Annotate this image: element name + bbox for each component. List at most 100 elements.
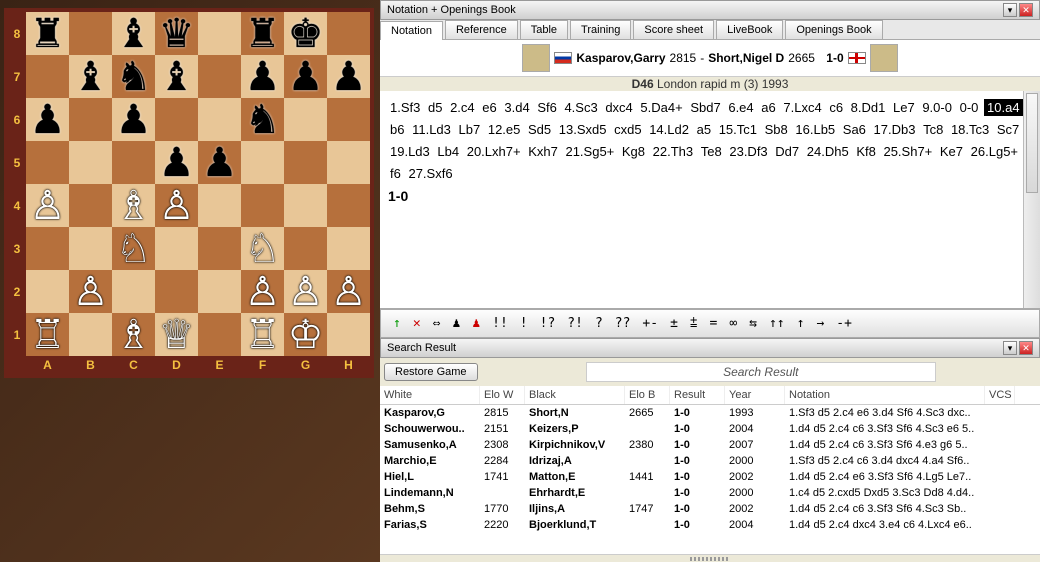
- piece[interactable]: ♜: [30, 14, 66, 54]
- move[interactable]: Sc7: [995, 122, 1021, 137]
- move[interactable]: 17.Db3: [872, 122, 918, 137]
- move[interactable]: 12.e5: [486, 122, 523, 137]
- toolbar-item[interactable]: !: [516, 314, 532, 333]
- square[interactable]: [284, 98, 327, 141]
- piece[interactable]: ♙: [331, 272, 367, 312]
- piece[interactable]: ♚: [288, 14, 324, 54]
- square[interactable]: [69, 98, 112, 141]
- piece[interactable]: ♟: [30, 100, 66, 140]
- column-header[interactable]: Black: [525, 386, 625, 404]
- tab-training[interactable]: Training: [570, 20, 631, 39]
- move[interactable]: 21.Sg5+: [563, 144, 616, 159]
- square[interactable]: ♔: [284, 313, 327, 356]
- toolbar-item[interactable]: =: [706, 314, 722, 333]
- square[interactable]: [198, 98, 241, 141]
- move[interactable]: 16.Lb5: [793, 122, 837, 137]
- column-header[interactable]: Elo W: [480, 386, 525, 404]
- move[interactable]: 20.Lxh7+: [465, 144, 523, 159]
- square[interactable]: ♜: [241, 12, 284, 55]
- move[interactable]: 22.Th3: [651, 144, 695, 159]
- move[interactable]: 23.Df3: [727, 144, 769, 159]
- move[interactable]: 4.Sc3: [562, 100, 599, 115]
- piece[interactable]: ♙: [159, 186, 195, 226]
- table-row[interactable]: Marchio,E2284Idrizaj,A1-020001.Sf3 d5 2.…: [380, 453, 1040, 469]
- toolbar-item[interactable]: ↑: [793, 314, 809, 333]
- square[interactable]: ♙: [284, 270, 327, 313]
- square[interactable]: ♙: [327, 270, 370, 313]
- resize-grip[interactable]: [380, 554, 1040, 562]
- piece[interactable]: ♞: [245, 100, 281, 140]
- square[interactable]: ♟: [284, 55, 327, 98]
- square[interactable]: ♟: [198, 141, 241, 184]
- toolbar-item[interactable]: ±: [666, 314, 682, 333]
- column-header[interactable]: Elo B: [625, 386, 670, 404]
- square[interactable]: ♖: [241, 313, 284, 356]
- square[interactable]: [155, 227, 198, 270]
- square[interactable]: [241, 184, 284, 227]
- move[interactable]: Sd5: [526, 122, 553, 137]
- square[interactable]: [69, 313, 112, 356]
- square[interactable]: ♞: [241, 98, 284, 141]
- table-row[interactable]: Kasparov,G2815Short,N26651-019931.Sf3 d5…: [380, 405, 1040, 421]
- move[interactable]: 19.Ld3: [388, 144, 432, 159]
- move[interactable]: Lb7: [457, 122, 483, 137]
- square[interactable]: [198, 270, 241, 313]
- piece[interactable]: ♗: [116, 315, 152, 355]
- piece[interactable]: ♙: [288, 272, 324, 312]
- move[interactable]: Sf6: [535, 100, 559, 115]
- move[interactable]: f6: [388, 166, 403, 181]
- toolbar-item[interactable]: ♟: [468, 314, 484, 333]
- toolbar-item[interactable]: ↑↑: [765, 314, 789, 333]
- toolbar-item[interactable]: +-: [638, 314, 662, 333]
- square[interactable]: ♟: [327, 55, 370, 98]
- move[interactable]: 26.Lg5+: [969, 144, 1020, 159]
- square[interactable]: [69, 12, 112, 55]
- move[interactable]: Le7: [891, 100, 917, 115]
- column-header[interactable]: VCS: [985, 386, 1015, 404]
- square[interactable]: [198, 184, 241, 227]
- square[interactable]: ♝: [69, 55, 112, 98]
- toolbar-item[interactable]: ??: [611, 314, 635, 333]
- square[interactable]: ♗: [112, 313, 155, 356]
- toolbar-item[interactable]: ?!: [563, 314, 587, 333]
- close-icon[interactable]: ✕: [1019, 341, 1033, 355]
- square[interactable]: [198, 12, 241, 55]
- restore-game-button[interactable]: Restore Game: [384, 363, 478, 381]
- square[interactable]: [26, 270, 69, 313]
- square[interactable]: ♚: [284, 12, 327, 55]
- piece[interactable]: ♖: [245, 315, 281, 355]
- piece[interactable]: ♝: [116, 14, 152, 54]
- square[interactable]: ♝: [155, 55, 198, 98]
- tab-notation[interactable]: Notation: [380, 21, 443, 40]
- move[interactable]: 2.c4: [448, 100, 477, 115]
- move[interactable]: Sb8: [763, 122, 790, 137]
- column-header[interactable]: Year: [725, 386, 785, 404]
- move[interactable]: a6: [759, 100, 777, 115]
- toolbar-item[interactable]: ↑: [389, 314, 405, 333]
- move[interactable]: e6: [480, 100, 498, 115]
- square[interactable]: [69, 141, 112, 184]
- tab-score-sheet[interactable]: Score sheet: [633, 20, 714, 39]
- table-row[interactable]: Samusenko,A2308Kirpichnikov,V23801-02007…: [380, 437, 1040, 453]
- piece[interactable]: ♘: [245, 229, 281, 269]
- square[interactable]: ♞: [112, 55, 155, 98]
- move[interactable]: Te8: [699, 144, 724, 159]
- piece[interactable]: ♙: [30, 186, 66, 226]
- piece[interactable]: ♗: [116, 186, 152, 226]
- square[interactable]: [69, 227, 112, 270]
- move[interactable]: 5.Da4+: [638, 100, 684, 115]
- notation-area[interactable]: 1.Sf3 d5 2.c4 e6 3.d4 Sf6 4.Sc3 dxc4 5.D…: [380, 91, 1040, 309]
- piece[interactable]: ♟: [116, 100, 152, 140]
- move[interactable]: 24.Dh5: [805, 144, 851, 159]
- piece[interactable]: ♘: [116, 229, 152, 269]
- square[interactable]: [327, 184, 370, 227]
- square[interactable]: [198, 227, 241, 270]
- square[interactable]: [69, 184, 112, 227]
- table-row[interactable]: Farias,S2220Bjoerklund,T1-020041.d4 d5 2…: [380, 517, 1040, 533]
- square[interactable]: [327, 98, 370, 141]
- move[interactable]: Kg8: [620, 144, 647, 159]
- minimize-icon[interactable]: ▾: [1003, 3, 1017, 17]
- move[interactable]: Kxh7: [526, 144, 560, 159]
- tab-reference[interactable]: Reference: [445, 20, 518, 39]
- square[interactable]: ♙: [26, 184, 69, 227]
